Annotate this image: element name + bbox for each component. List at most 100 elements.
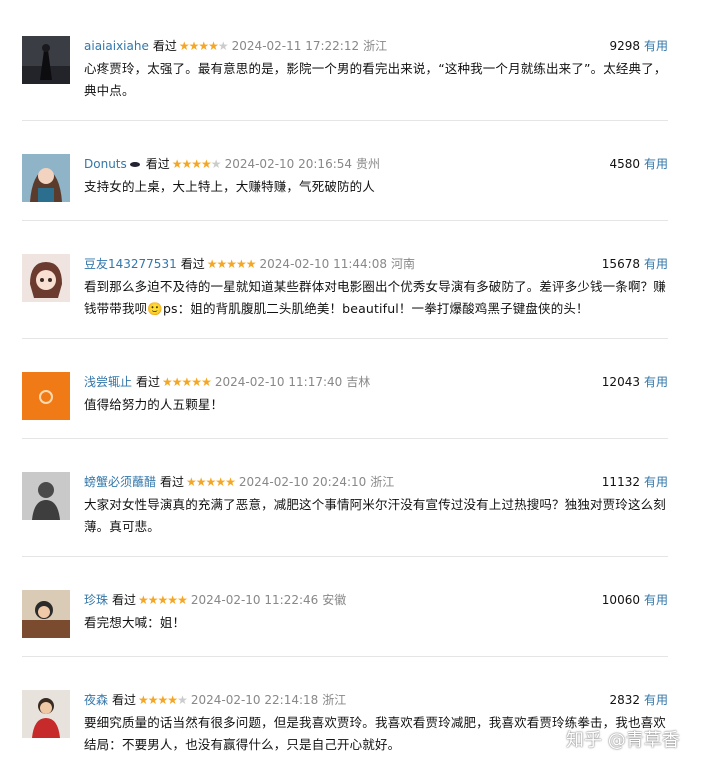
vote-area: 12043 有用: [602, 371, 668, 393]
comment-item: 螃蟹必须蘸醋 看过 ★★★★★ 2024-02-10 20:24:10 浙江 11132…: [22, 471, 668, 534]
useful-button[interactable]: 有用: [644, 39, 668, 53]
vote-count: 12043: [601, 375, 640, 389]
avatar[interactable]: [22, 690, 70, 738]
star-on-icon: ★★★★★: [186, 475, 236, 489]
avatar[interactable]: [22, 154, 70, 202]
comment-location: 浙江: [370, 475, 395, 489]
comment-time: 2024-02-10 20:24:10: [238, 475, 367, 489]
star-off-icon: ★: [210, 157, 222, 171]
vote-count: 15678: [601, 257, 640, 271]
comment-time: 2024-02-10 11:44:08: [259, 257, 387, 271]
avatar[interactable]: [22, 36, 70, 84]
vote-count: 10060: [601, 593, 640, 607]
watched-label: 看过: [112, 693, 137, 707]
comment-text: 看完想大喊：姐！: [84, 615, 186, 630]
comment-text: 大家对女性导演真的充满了恶意，减肥这个事情阿米尔汗没有宣传过没有上过热搜吗？独独…: [84, 497, 666, 534]
useful-button[interactable]: 有用: [644, 375, 668, 389]
comment-location: 安徽: [322, 593, 347, 607]
star-on-icon: ★★★★: [178, 39, 219, 53]
vote-area: 2832 有用: [609, 689, 668, 711]
rating-stars: ★★★★★: [178, 39, 229, 53]
watched-label: 看过: [145, 157, 170, 171]
username-link[interactable]: 豆友143277531: [84, 257, 177, 271]
username-link[interactable]: aiaiaixiahe: [84, 39, 149, 53]
watched-label: 看过: [180, 257, 205, 271]
star-on-icon: ★★★★: [138, 693, 178, 707]
comment-text: 支持女的上桌，大上特上，大赚特赚，气死破防的人: [84, 179, 375, 194]
comment-meta: 夜森 看过 ★★★★★ 2024-02-10 22:14:18 浙江 2832 有用: [84, 689, 668, 711]
avatar[interactable]: [22, 254, 70, 302]
star-off-icon: ★: [177, 693, 188, 707]
username-link[interactable]: 浅尝辄止: [84, 375, 132, 389]
divider: [22, 120, 668, 121]
comment-item: aiaiaixiahe 看过 ★★★★★ 2024-02-11 17:22:12 浙江 …: [22, 35, 668, 98]
vote-count: 11132: [601, 475, 640, 489]
vote-area: 4580 有用: [609, 153, 668, 175]
rating-stars: ★★★★★: [138, 693, 188, 707]
comment-text: 值得给努力的人五颗星！: [84, 397, 224, 412]
comment-meta: Donuts 看过 ★★★★★ 2024-02-10 20:16:54 贵州 4580 有…: [84, 153, 668, 175]
comment-meta: 螃蟹必须蘸醋 看过 ★★★★★ 2024-02-10 20:24:10 浙江 11132…: [84, 471, 668, 493]
comment-meta: aiaiaixiahe 看过 ★★★★★ 2024-02-11 17:22:12 浙江 …: [84, 35, 668, 57]
watched-label: 看过: [136, 375, 161, 389]
vote-count: 2832: [609, 693, 640, 707]
divider: [22, 338, 668, 339]
comment-location: 浙江: [363, 39, 388, 53]
vote-area: 9298 有用: [609, 35, 668, 57]
comment-item: 浅尝辄止 看过 ★★★★★ 2024-02-10 11:17:40 吉林 12043 有用…: [22, 372, 668, 420]
avatar[interactable]: [22, 590, 70, 638]
watched-label: 看过: [160, 475, 185, 489]
comment-meta: 珍珠 看过 ★★★★★ 2024-02-10 11:22:46 安徽 10060 有用: [84, 589, 668, 611]
useful-button[interactable]: 有用: [644, 593, 668, 607]
avatar[interactable]: [22, 472, 70, 520]
star-on-icon: ★★★★: [171, 157, 212, 171]
comment-time: 2024-02-10 20:16:54: [224, 157, 353, 171]
useful-button[interactable]: 有用: [644, 157, 668, 171]
comment-meta: 豆友143277531 看过 ★★★★★ 2024-02-10 11:44:08 河南 …: [84, 253, 668, 275]
avatar[interactable]: [22, 372, 70, 420]
username-link[interactable]: 螃蟹必须蘸醋: [84, 475, 156, 489]
username-link[interactable]: Donuts: [84, 157, 127, 171]
useful-button[interactable]: 有用: [644, 693, 668, 707]
rating-stars: ★★★★★: [138, 593, 188, 607]
watched-label: 看过: [112, 593, 137, 607]
useful-button[interactable]: 有用: [644, 475, 668, 489]
vote-area: 11132 有用: [602, 471, 668, 493]
divider: [22, 438, 668, 439]
star-on-icon: ★★★★★: [206, 257, 257, 271]
divider: [22, 556, 668, 557]
comment-location: 浙江: [322, 693, 347, 707]
rating-stars: ★★★★★: [206, 257, 257, 271]
zhihu-watermark: 知乎 @青草香: [566, 730, 680, 751]
comment-time: 2024-02-10 11:22:46: [190, 593, 319, 607]
comment-location: 吉林: [346, 375, 371, 389]
username-link[interactable]: 夜森: [84, 693, 108, 707]
username-link[interactable]: 珍珠: [84, 593, 108, 607]
comment-time: 2024-02-11 17:22:12: [231, 39, 360, 53]
divider: [22, 656, 668, 657]
vote-count: 4580: [609, 157, 640, 171]
comment-text: 心疼贾玲，太强了。最有意思的是，影院一个男的看完出来说，“这种我一个月就练出来了…: [84, 61, 667, 98]
vote-area: 15678 有用: [602, 253, 668, 275]
comment-item: 豆友143277531 看过 ★★★★★ 2024-02-10 11:44:08 河南 …: [22, 254, 668, 320]
star-off-icon: ★: [217, 39, 229, 53]
rating-stars: ★★★★★: [162, 375, 212, 389]
rating-stars: ★★★★★: [186, 475, 236, 489]
vote-area: 10060 有用: [602, 589, 668, 611]
comment-item: 珍珠 看过 ★★★★★ 2024-02-10 11:22:46 安徽 10060 有用 看…: [22, 590, 668, 638]
badge-icon: [129, 161, 140, 167]
star-on-icon: ★★★★★: [162, 375, 212, 389]
comment-location: 贵州: [356, 157, 381, 171]
comment-item: Donuts 看过 ★★★★★ 2024-02-10 20:16:54 贵州 4580 有…: [22, 154, 668, 202]
comment-meta: 浅尝辄止 看过 ★★★★★ 2024-02-10 11:17:40 吉林 12043 有用: [84, 371, 668, 393]
comment-location: 河南: [390, 257, 415, 271]
star-on-icon: ★★★★★: [138, 593, 188, 607]
useful-button[interactable]: 有用: [644, 257, 668, 271]
divider: [22, 220, 668, 221]
vote-count: 9298: [609, 39, 640, 53]
comment-time: 2024-02-10 22:14:18: [190, 693, 319, 707]
rating-stars: ★★★★★: [171, 157, 222, 171]
comment-time: 2024-02-10 11:17:40: [214, 375, 343, 389]
watched-label: 看过: [152, 39, 177, 53]
comment-text: 看到那么多迫不及待的一星就知道某些群体对电影圈出个优秀女导演有多破防了。差评多少…: [84, 279, 666, 316]
